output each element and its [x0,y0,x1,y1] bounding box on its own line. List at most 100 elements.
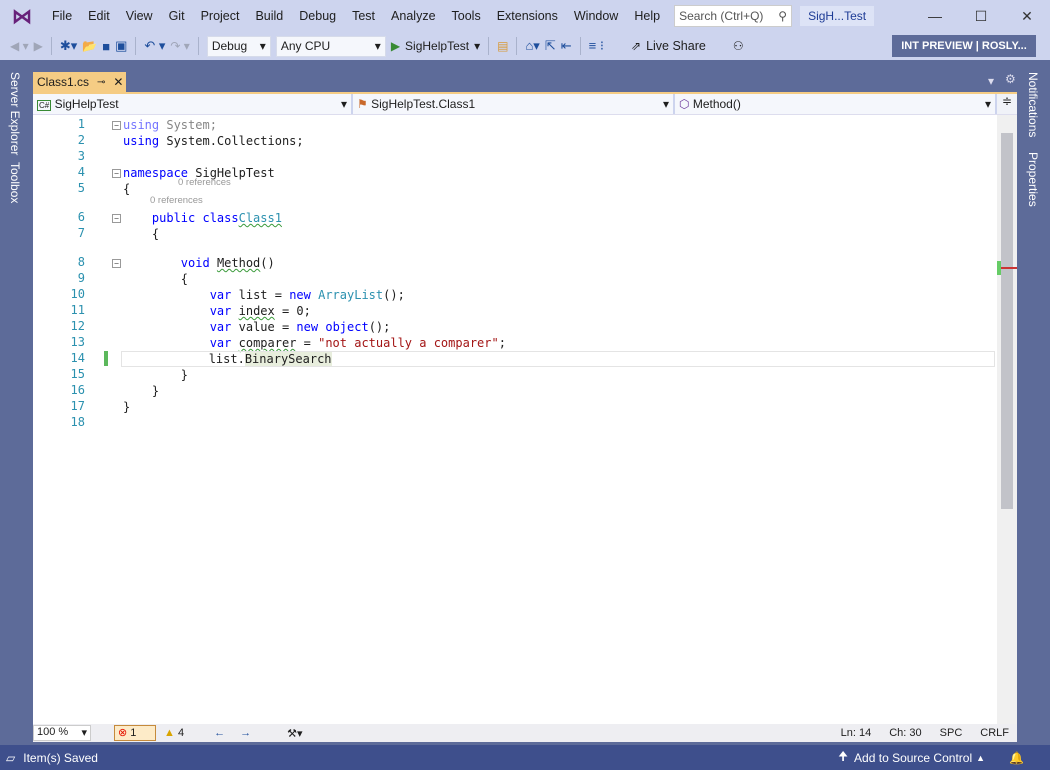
notifications-tab[interactable]: Notifications [1026,72,1040,137]
code-cleanup-icon[interactable]: ⚒▾ [287,727,302,740]
member-dropdown[interactable]: ⬡ Method() ▾ [675,94,997,114]
menu-build[interactable]: Build [247,9,291,23]
collapse-icon[interactable]: − [112,121,121,130]
collapse-icon[interactable]: − [112,259,121,268]
vertical-scrollbar[interactable] [997,115,1017,724]
code-line: var index = 0; [123,303,311,319]
menu-project[interactable]: Project [193,9,248,23]
toolbar: ◀ ▾ ▶ ✱▾ 📂 ■ ▣ ↶ ▾ ↷ ▾ Debug ▾ Any CPU ▾ ▶… [0,32,1050,60]
start-button[interactable]: SigHelpTest [405,39,469,53]
code-token: BinarySearch [244,352,332,366]
live-share-button[interactable]: Live Share [646,39,706,53]
code-token: void [180,256,210,270]
chevron-down-icon[interactable]: ▾ [474,39,480,53]
configuration-dropdown[interactable]: Debug ▾ [206,35,271,57]
home-icon[interactable]: ⌂▾ [525,38,539,54]
type-dropdown[interactable]: ⚑ SigHelpTest.Class1 ▾ [353,94,675,114]
line-ending-indicator[interactable]: CRLF [980,727,1009,739]
whitespace-indicator[interactable]: SPC [940,727,963,739]
live-share-icon[interactable]: ⇗ [631,39,641,53]
menu-analyze[interactable]: Analyze [383,9,443,23]
gear-icon[interactable]: ⚙ [1005,72,1016,86]
notifications-bell-icon[interactable]: 🔔 [1009,751,1024,765]
find-in-files-icon[interactable]: ▤ [497,39,508,53]
split-icon[interactable]: ≑ [997,94,1017,114]
menu-view[interactable]: View [118,9,161,23]
line-number: 5 [77,181,85,195]
code-editor: C# SigHelpTest ▾ ⚑ SigHelpTest.Class1 ▾ ⬡ … [33,92,1017,742]
save-all-icon[interactable]: ▣ [115,38,127,54]
open-folder-icon[interactable]: 📂 [82,39,97,53]
code-token: Class1 [238,211,282,225]
errors-button[interactable]: ⊗ 1 [114,725,156,741]
menu-bar: File Edit View Git Project Build Debug Test Anal… [44,9,668,23]
close-tab-icon[interactable]: ✕ [113,75,123,89]
project-dropdown[interactable]: C# SigHelpTest ▾ [33,94,353,114]
references-codelens[interactable]: 0 references [150,195,203,206]
menu-test[interactable]: Test [344,9,383,23]
step-icon[interactable]: ⇱ [545,38,556,54]
code-token: object [325,320,369,334]
line-number: 6 [77,210,85,224]
up-arrow-icon: 🠉 [838,749,849,763]
back-icon[interactable]: ◀ ▾ [10,39,29,53]
undo-icon[interactable]: ↶ ▾ [144,38,165,54]
code-token: = 0; [274,304,311,318]
menu-file[interactable]: File [44,9,80,23]
redo-icon[interactable]: ↷ ▾ [170,39,189,53]
menu-help[interactable]: Help [626,9,668,23]
add-to-source-control-button[interactable]: Add to Source Control [854,751,972,765]
maximize-button[interactable]: ☐ [958,8,1004,25]
code-line: { [123,271,188,287]
int-preview-badge[interactable]: INT PREVIEW | ROSLY... [892,35,1036,57]
close-button[interactable]: ✕ [1004,8,1050,25]
collapse-icon[interactable]: − [112,169,121,178]
pin-icon[interactable]: ⊸ [97,77,105,88]
menu-edit[interactable]: Edit [80,9,118,23]
tab-list-dropdown-icon[interactable]: ▾ [988,74,994,88]
code-area[interactable]: 1− using System; 2 using System.Collections… [33,115,997,724]
code-token: public class [151,211,239,225]
references-codelens[interactable]: 0 references [178,177,231,188]
document-tab[interactable]: Class1.cs ⊸ ✕ [33,72,126,92]
zoom-dropdown[interactable]: 100 % ▾ [33,725,91,741]
scrollbar-thumb[interactable] [1001,133,1013,509]
code-token: new [296,320,319,334]
minimize-button[interactable]: — [912,8,958,24]
feedback-icon[interactable]: ⚇ [733,39,744,53]
previous-issue-icon[interactable]: ← [214,727,225,739]
code-line: var comparer = "not actually a comparer"… [123,335,506,351]
server-explorer-tab[interactable]: Server Explorer [8,72,22,155]
save-icon[interactable]: ■ [102,39,110,54]
code-token: list = [231,288,290,302]
indent-icon[interactable]: ⇤ [561,38,572,54]
member-value: Method() [692,97,741,111]
menu-extensions[interactable]: Extensions [489,9,566,23]
search-box[interactable]: Search (Ctrl+Q) ⚲ [674,5,793,27]
code-token: list. [122,352,245,366]
search-placeholder: Search (Ctrl+Q) [679,9,764,23]
platform-dropdown[interactable]: Any CPU ▾ [275,35,386,57]
menu-tools[interactable]: Tools [444,9,489,23]
new-project-icon[interactable]: ✱▾ [60,38,77,54]
forward-icon[interactable]: ▶ [34,39,43,53]
menu-git[interactable]: Git [161,9,193,23]
code-token: using [123,118,160,132]
code-token: var [209,320,232,334]
chevron-up-icon[interactable]: ▲ [976,753,985,763]
visual-studio-logo-icon: ⋈ [12,5,32,28]
warnings-button[interactable]: ▲ 4 [164,727,184,739]
properties-tab[interactable]: Properties [1026,152,1040,207]
comment-icon[interactable]: ≡ ⁝ [589,38,604,54]
menu-window[interactable]: Window [566,9,626,23]
next-issue-icon[interactable]: → [240,727,251,739]
start-icon[interactable]: ▶ [391,39,400,53]
code-token: { [123,182,131,196]
collapse-icon[interactable]: − [112,214,121,223]
line-number: 11 [70,303,85,317]
menu-debug[interactable]: Debug [291,9,344,23]
toolbox-tab[interactable]: Toolbox [8,162,22,203]
line-number: 13 [70,335,85,349]
